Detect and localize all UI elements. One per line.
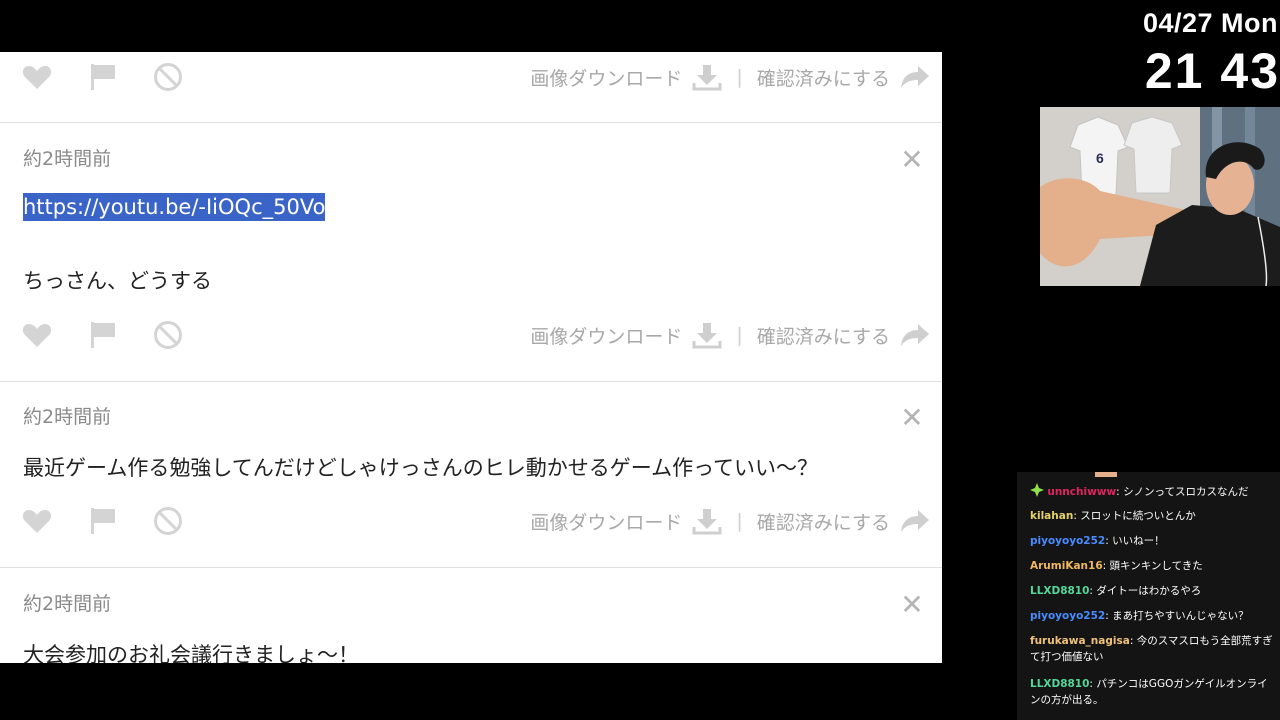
chat-text: いいねー！ bbox=[1112, 535, 1165, 547]
block-icon[interactable] bbox=[152, 505, 184, 537]
selected-link-text[interactable]: https://youtu.be/-IiOQc_50Vo bbox=[23, 193, 326, 221]
action-row: 画像ダウンロード | 確認済みにする bbox=[0, 499, 942, 543]
flag-icon[interactable] bbox=[87, 505, 119, 537]
clock-display: 21 43 bbox=[1144, 43, 1280, 99]
webcam-image: 6 bbox=[1040, 107, 1280, 286]
close-icon[interactable]: ✕ bbox=[900, 146, 924, 174]
download-image-button[interactable]: 画像ダウンロード bbox=[530, 64, 682, 91]
flag-icon[interactable] bbox=[87, 319, 119, 351]
action-separator: | bbox=[736, 510, 743, 532]
message-timestamp: 約2時間前 bbox=[23, 593, 112, 615]
message-text: 最近ゲーム作る勉強してんだけどしゃけっさんのヒレ動かせるゲーム作っていい〜？ bbox=[23, 456, 819, 480]
chat-overlay: unnchiwww: シノンってスロカスなんだ kilahan: スロットに続つ… bbox=[1017, 472, 1280, 720]
message-text: ちっさん、どうする bbox=[23, 269, 212, 293]
action-separator: | bbox=[736, 66, 743, 88]
chat-separator: : bbox=[1129, 635, 1137, 647]
webcam-edge bbox=[1095, 472, 1117, 477]
heart-icon[interactable] bbox=[21, 505, 53, 537]
sparkle-icon bbox=[1030, 483, 1044, 497]
webcam-feed: 6 bbox=[1040, 107, 1280, 286]
chat-message: furukawa_nagisa: 今のスマスロもう全部荒すぎて打つ価値ない bbox=[1030, 633, 1275, 665]
download-icon[interactable] bbox=[692, 63, 722, 91]
message-text: 大会参加のお礼会議行きましょ〜！ bbox=[23, 643, 359, 663]
download-icon[interactable] bbox=[692, 507, 722, 535]
chat-text: スロットに続ついとんか bbox=[1080, 510, 1196, 522]
mark-confirmed-button[interactable]: 確認済みにする bbox=[757, 322, 890, 349]
download-image-button[interactable]: 画像ダウンロード bbox=[530, 322, 682, 349]
date-display: 04/27 Mon bbox=[1142, 8, 1278, 38]
download-icon[interactable] bbox=[692, 321, 722, 349]
chat-message: ArumiKan16: 頭キンキンしてきた bbox=[1030, 558, 1275, 574]
chat-username[interactable]: LLXD8810 bbox=[1030, 678, 1089, 690]
chat-text: まあ打ちやすいんじゃない？ bbox=[1112, 610, 1249, 622]
message-item: 約2時間前 ✕ 大会参加のお礼会議行きましょ〜！ bbox=[0, 568, 942, 664]
message-panel: 画像ダウンロード | 確認済みにする 約2時間前 ✕ https://youtu… bbox=[0, 52, 942, 663]
chat-message: kilahan: スロットに続ついとんか bbox=[1030, 508, 1275, 524]
mark-confirmed-button[interactable]: 確認済みにする bbox=[757, 508, 890, 535]
message-timestamp: 約2時間前 bbox=[23, 406, 112, 428]
message-timestamp: 約2時間前 bbox=[23, 148, 112, 170]
flag-icon[interactable] bbox=[87, 61, 119, 93]
chat-username[interactable]: ArumiKan16 bbox=[1030, 560, 1103, 572]
forward-icon[interactable] bbox=[900, 64, 930, 90]
svg-text:6: 6 bbox=[1096, 150, 1104, 166]
heart-icon[interactable] bbox=[21, 61, 53, 93]
block-icon[interactable] bbox=[152, 319, 184, 351]
block-icon[interactable] bbox=[152, 61, 184, 93]
message-item: 約2時間前 ✕ https://youtu.be/-IiOQc_50Vo ちっさ… bbox=[0, 123, 942, 382]
forward-icon[interactable] bbox=[900, 508, 930, 534]
action-row: 画像ダウンロード | 確認済みにする bbox=[0, 313, 942, 357]
message-item: 約2時間前 ✕ 最近ゲーム作る勉強してんだけどしゃけっさんのヒレ動かせるゲーム作… bbox=[0, 381, 942, 568]
chat-message: piyoyoyo252: いいねー！ bbox=[1030, 533, 1275, 549]
chat-username[interactable]: furukawa_nagisa bbox=[1030, 635, 1130, 647]
chat-username[interactable]: piyoyoyo252 bbox=[1030, 535, 1105, 547]
chat-text: ダイトーはわかるやろ bbox=[1096, 585, 1202, 597]
chat-text: シノンってスロカスなんだ bbox=[1123, 486, 1249, 498]
close-icon[interactable]: ✕ bbox=[900, 591, 924, 619]
message-link[interactable]: https://youtu.be/-IiOQc_50Vo bbox=[23, 193, 326, 221]
chat-username[interactable]: unnchiwww bbox=[1047, 486, 1116, 498]
chat-message: unnchiwww: シノンってスロカスなんだ bbox=[1030, 483, 1275, 500]
chat-username[interactable]: kilahan bbox=[1030, 510, 1073, 522]
action-separator: | bbox=[736, 324, 743, 346]
download-image-button[interactable]: 画像ダウンロード bbox=[530, 508, 682, 535]
chat-username[interactable]: piyoyoyo252 bbox=[1030, 610, 1105, 622]
mark-confirmed-button[interactable]: 確認済みにする bbox=[757, 64, 890, 91]
chat-message: LLXD8810: ダイトーはわかるやろ bbox=[1030, 583, 1275, 599]
chat-separator: : bbox=[1102, 560, 1110, 572]
close-icon[interactable]: ✕ bbox=[900, 404, 924, 432]
heart-icon[interactable] bbox=[21, 319, 53, 351]
chat-message: LLXD8810: パチンコはGGOガンゲイルオンラインの方が出る。 bbox=[1030, 676, 1275, 708]
chat-text: 頭キンキンしてきた bbox=[1109, 560, 1203, 572]
chat-username[interactable]: LLXD8810 bbox=[1030, 585, 1089, 597]
action-row: 画像ダウンロード | 確認済みにする bbox=[0, 55, 942, 99]
forward-icon[interactable] bbox=[900, 322, 930, 348]
chat-message: piyoyoyo252: まあ打ちやすいんじゃない？ bbox=[1030, 608, 1275, 624]
